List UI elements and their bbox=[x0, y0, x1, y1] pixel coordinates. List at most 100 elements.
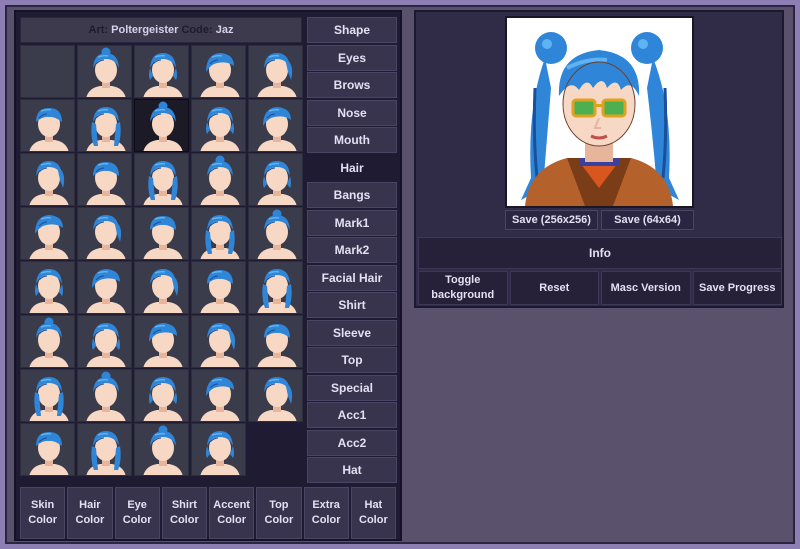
category-eyes[interactable]: Eyes bbox=[307, 44, 397, 71]
color-label-1: Eye bbox=[127, 499, 147, 511]
hair-style-pixie[interactable] bbox=[134, 369, 189, 422]
hair-style-wavy-bob[interactable] bbox=[77, 423, 132, 476]
toggle-label-1: Toggle bbox=[445, 274, 481, 286]
hair-style-ponytail[interactable] bbox=[191, 99, 246, 152]
category-sleeve[interactable]: Sleeve bbox=[307, 319, 397, 346]
hair-style-chin-bob[interactable] bbox=[134, 423, 189, 476]
empty-slot bbox=[248, 423, 303, 476]
toggle-background-button[interactable]: Toggle background bbox=[418, 271, 508, 305]
color-label-2: Color bbox=[75, 514, 105, 526]
hair-style-undercut[interactable] bbox=[77, 369, 132, 422]
reset-button[interactable]: Reset bbox=[509, 271, 599, 305]
category-top[interactable]: Top bbox=[307, 347, 397, 373]
color-label-2: Color bbox=[170, 514, 199, 526]
category-shape[interactable]: Shape bbox=[307, 17, 397, 43]
hair-style-flowing[interactable] bbox=[248, 99, 303, 152]
hair-style-space-buns[interactable] bbox=[248, 369, 303, 422]
credit-bar: Art: Poltergeister Code: Jaz bbox=[20, 17, 302, 43]
category-brows[interactable]: Brows bbox=[307, 72, 397, 98]
color-label-1: Extra bbox=[312, 499, 340, 511]
shirt-color-button[interactable]: Shirt Color bbox=[161, 487, 207, 539]
hair-style-side-fringe[interactable] bbox=[20, 207, 75, 260]
hair-style-long-layers[interactable] bbox=[191, 261, 246, 314]
category-list: Shape Eyes Brows Nose Mouth Hair Bangs Mark1 Mar… bbox=[307, 17, 397, 485]
eye-color-button[interactable]: Eye Color bbox=[114, 487, 160, 539]
hair-style-blank[interactable] bbox=[20, 45, 75, 98]
hair-style-crew[interactable] bbox=[134, 153, 189, 206]
info-button[interactable]: Info bbox=[418, 237, 782, 269]
art-label: Art: bbox=[88, 24, 109, 36]
category-nose[interactable]: Nose bbox=[307, 99, 397, 126]
portrait-image bbox=[521, 32, 679, 206]
hair-style-twin-buns[interactable] bbox=[77, 99, 132, 152]
color-label-1: Accent bbox=[213, 499, 250, 511]
hair-style-short-back[interactable] bbox=[248, 207, 303, 260]
color-label-2: Color bbox=[28, 514, 57, 526]
hair-style-mohawk[interactable] bbox=[20, 261, 75, 314]
hair-style-fluffy[interactable] bbox=[134, 207, 189, 260]
hair-style-wavy-long[interactable] bbox=[191, 315, 246, 368]
category-special[interactable]: Special bbox=[307, 374, 397, 401]
color-label-2: Color bbox=[264, 514, 294, 526]
color-label-1: Skin bbox=[31, 499, 55, 511]
character-portrait bbox=[505, 16, 694, 208]
color-label-2: Color bbox=[359, 514, 388, 526]
hair-style-top-bun[interactable] bbox=[20, 99, 75, 152]
category-facial-hair[interactable]: Facial Hair bbox=[307, 264, 397, 291]
toggle-label-2: background bbox=[431, 289, 495, 301]
color-label-2: Color bbox=[311, 514, 341, 526]
hair-style-cropped[interactable] bbox=[77, 153, 132, 206]
hair-style-long-straight[interactable] bbox=[134, 45, 189, 98]
category-mouth[interactable]: Mouth bbox=[307, 127, 397, 153]
masc-version-button[interactable]: Masc Version bbox=[601, 271, 691, 305]
extra-color-button[interactable]: Extra Color bbox=[303, 487, 349, 539]
category-bangs[interactable]: Bangs bbox=[307, 182, 397, 208]
hair-style-swept[interactable] bbox=[191, 207, 246, 260]
category-hat[interactable]: Hat bbox=[307, 457, 397, 483]
hair-style-wavy-short[interactable] bbox=[248, 315, 303, 368]
hair-color-button[interactable]: Hair Color bbox=[67, 487, 113, 539]
action-row: Toggle background Reset Masc Version Sav… bbox=[418, 271, 782, 305]
category-hair[interactable]: Hair bbox=[307, 154, 397, 181]
hair-style-curly-long[interactable] bbox=[20, 423, 75, 476]
hair-style-side-part[interactable] bbox=[248, 153, 303, 206]
category-acc1[interactable]: Acc1 bbox=[307, 402, 397, 428]
save-progress-button[interactable]: Save Progress bbox=[692, 271, 782, 305]
editor-panel: Art: Poltergeister Code: Jaz Shape Eyes … bbox=[14, 10, 402, 541]
category-acc2[interactable]: Acc2 bbox=[307, 429, 397, 456]
color-label-1: Shirt bbox=[171, 499, 197, 511]
color-label-1: Hat bbox=[364, 499, 383, 511]
code-value: Jaz bbox=[215, 24, 234, 36]
hair-style-grid bbox=[20, 45, 303, 476]
accent-color-button[interactable]: Accent Color bbox=[209, 487, 255, 539]
hair-style-tousled[interactable] bbox=[191, 423, 246, 476]
art-value: Poltergeister bbox=[111, 24, 179, 36]
color-label-2: Color bbox=[217, 514, 246, 526]
hair-style-bob[interactable] bbox=[77, 207, 132, 260]
hair-style-flat-top[interactable] bbox=[191, 153, 246, 206]
save-256-button[interactable]: Save (256x256) bbox=[505, 210, 598, 230]
top-color-button[interactable]: Top Color bbox=[256, 487, 302, 539]
preview-panel: Save (256x256) Save (64x64) Info Toggle … bbox=[414, 10, 784, 308]
hair-style-spiky-short[interactable] bbox=[20, 153, 75, 206]
hair-style-short-side[interactable] bbox=[248, 45, 303, 98]
category-mark2[interactable]: Mark2 bbox=[307, 237, 397, 263]
hair-style-side-swept[interactable] bbox=[191, 45, 246, 98]
hair-style-shag[interactable] bbox=[77, 261, 132, 314]
hair-style-curly[interactable] bbox=[134, 261, 189, 314]
hair-style-twintails-long[interactable] bbox=[134, 99, 189, 152]
skin-color-button[interactable]: Skin Color bbox=[20, 487, 66, 539]
hair-style-buzz[interactable] bbox=[191, 369, 246, 422]
category-shirt[interactable]: Shirt bbox=[307, 292, 397, 318]
category-mark1[interactable]: Mark1 bbox=[307, 209, 397, 236]
hair-style-curly-top[interactable] bbox=[20, 315, 75, 368]
save-64-button[interactable]: Save (64x64) bbox=[601, 210, 694, 230]
hair-style-mini-buns[interactable] bbox=[20, 369, 75, 422]
hair-style-twin-puffs[interactable] bbox=[248, 261, 303, 314]
hat-color-button[interactable]: Hat Color bbox=[350, 487, 396, 539]
color-button-row: Skin Color Hair Color Eye Color Shirt Color Acce… bbox=[20, 487, 396, 539]
hair-style-long-bangs[interactable] bbox=[77, 45, 132, 98]
hair-style-messy[interactable] bbox=[134, 315, 189, 368]
hair-style-low-pigtails[interactable] bbox=[77, 315, 132, 368]
color-label-1: Top bbox=[269, 499, 289, 511]
